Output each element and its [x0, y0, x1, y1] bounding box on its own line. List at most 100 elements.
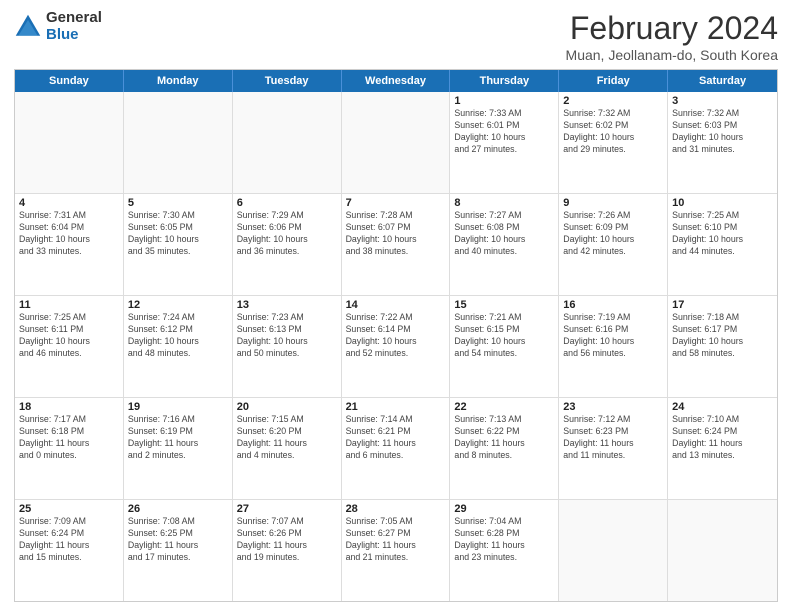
calendar-cell: 18Sunrise: 7:17 AM Sunset: 6:18 PM Dayli… [15, 398, 124, 499]
day-number: 16 [563, 299, 663, 311]
calendar-cell: 10Sunrise: 7:25 AM Sunset: 6:10 PM Dayli… [668, 194, 777, 295]
day-info: Sunrise: 7:28 AM Sunset: 6:07 PM Dayligh… [346, 210, 446, 258]
calendar-cell: 9Sunrise: 7:26 AM Sunset: 6:09 PM Daylig… [559, 194, 668, 295]
day-info: Sunrise: 7:08 AM Sunset: 6:25 PM Dayligh… [128, 516, 228, 564]
title-month: February 2024 [566, 10, 778, 47]
header: General Blue February 2024 Muan, Jeollan… [14, 10, 778, 63]
day-number: 19 [128, 401, 228, 413]
day-number: 12 [128, 299, 228, 311]
calendar-cell [15, 92, 124, 193]
day-info: Sunrise: 7:07 AM Sunset: 6:26 PM Dayligh… [237, 516, 337, 564]
day-number: 27 [237, 503, 337, 515]
day-info: Sunrise: 7:30 AM Sunset: 6:05 PM Dayligh… [128, 210, 228, 258]
day-number: 18 [19, 401, 119, 413]
title-block: February 2024 Muan, Jeollanam-do, South … [566, 10, 778, 63]
calendar-cell: 13Sunrise: 7:23 AM Sunset: 6:13 PM Dayli… [233, 296, 342, 397]
calendar-cell: 11Sunrise: 7:25 AM Sunset: 6:11 PM Dayli… [15, 296, 124, 397]
day-number: 26 [128, 503, 228, 515]
day-number: 10 [672, 197, 773, 209]
calendar-cell [559, 500, 668, 601]
day-number: 23 [563, 401, 663, 413]
weekday-header: Saturday [668, 70, 777, 92]
calendar-row: 18Sunrise: 7:17 AM Sunset: 6:18 PM Dayli… [15, 398, 777, 500]
day-number: 20 [237, 401, 337, 413]
day-info: Sunrise: 7:13 AM Sunset: 6:22 PM Dayligh… [454, 414, 554, 462]
day-number: 6 [237, 197, 337, 209]
page: General Blue February 2024 Muan, Jeollan… [0, 0, 792, 612]
day-number: 3 [672, 95, 773, 107]
day-number: 7 [346, 197, 446, 209]
calendar-cell: 12Sunrise: 7:24 AM Sunset: 6:12 PM Dayli… [124, 296, 233, 397]
calendar-row: 4Sunrise: 7:31 AM Sunset: 6:04 PM Daylig… [15, 194, 777, 296]
day-info: Sunrise: 7:15 AM Sunset: 6:20 PM Dayligh… [237, 414, 337, 462]
logo-icon [14, 13, 42, 41]
day-info: Sunrise: 7:12 AM Sunset: 6:23 PM Dayligh… [563, 414, 663, 462]
day-info: Sunrise: 7:04 AM Sunset: 6:28 PM Dayligh… [454, 516, 554, 564]
calendar-body: 1Sunrise: 7:33 AM Sunset: 6:01 PM Daylig… [15, 92, 777, 601]
day-number: 21 [346, 401, 446, 413]
day-number: 25 [19, 503, 119, 515]
day-number: 5 [128, 197, 228, 209]
calendar-row: 25Sunrise: 7:09 AM Sunset: 6:24 PM Dayli… [15, 500, 777, 601]
weekday-header: Sunday [15, 70, 124, 92]
day-info: Sunrise: 7:14 AM Sunset: 6:21 PM Dayligh… [346, 414, 446, 462]
day-info: Sunrise: 7:17 AM Sunset: 6:18 PM Dayligh… [19, 414, 119, 462]
day-number: 29 [454, 503, 554, 515]
day-number: 11 [19, 299, 119, 311]
calendar-cell: 25Sunrise: 7:09 AM Sunset: 6:24 PM Dayli… [15, 500, 124, 601]
calendar-cell: 1Sunrise: 7:33 AM Sunset: 6:01 PM Daylig… [450, 92, 559, 193]
calendar-cell: 5Sunrise: 7:30 AM Sunset: 6:05 PM Daylig… [124, 194, 233, 295]
calendar-cell [233, 92, 342, 193]
calendar-header: SundayMondayTuesdayWednesdayThursdayFrid… [15, 70, 777, 92]
calendar: SundayMondayTuesdayWednesdayThursdayFrid… [14, 69, 778, 602]
calendar-cell: 14Sunrise: 7:22 AM Sunset: 6:14 PM Dayli… [342, 296, 451, 397]
weekday-header: Monday [124, 70, 233, 92]
day-info: Sunrise: 7:16 AM Sunset: 6:19 PM Dayligh… [128, 414, 228, 462]
calendar-cell: 28Sunrise: 7:05 AM Sunset: 6:27 PM Dayli… [342, 500, 451, 601]
day-number: 13 [237, 299, 337, 311]
calendar-cell: 19Sunrise: 7:16 AM Sunset: 6:19 PM Dayli… [124, 398, 233, 499]
day-number: 8 [454, 197, 554, 209]
calendar-cell: 6Sunrise: 7:29 AM Sunset: 6:06 PM Daylig… [233, 194, 342, 295]
calendar-cell: 27Sunrise: 7:07 AM Sunset: 6:26 PM Dayli… [233, 500, 342, 601]
logo-blue: Blue [46, 27, 102, 44]
calendar-cell: 17Sunrise: 7:18 AM Sunset: 6:17 PM Dayli… [668, 296, 777, 397]
calendar-cell: 16Sunrise: 7:19 AM Sunset: 6:16 PM Dayli… [559, 296, 668, 397]
calendar-cell: 23Sunrise: 7:12 AM Sunset: 6:23 PM Dayli… [559, 398, 668, 499]
calendar-cell: 21Sunrise: 7:14 AM Sunset: 6:21 PM Dayli… [342, 398, 451, 499]
title-location: Muan, Jeollanam-do, South Korea [566, 47, 778, 63]
day-info: Sunrise: 7:31 AM Sunset: 6:04 PM Dayligh… [19, 210, 119, 258]
day-info: Sunrise: 7:26 AM Sunset: 6:09 PM Dayligh… [563, 210, 663, 258]
day-number: 14 [346, 299, 446, 311]
day-number: 4 [19, 197, 119, 209]
weekday-header: Friday [559, 70, 668, 92]
day-number: 24 [672, 401, 773, 413]
day-info: Sunrise: 7:23 AM Sunset: 6:13 PM Dayligh… [237, 312, 337, 360]
day-number: 22 [454, 401, 554, 413]
day-number: 2 [563, 95, 663, 107]
weekday-header: Tuesday [233, 70, 342, 92]
day-info: Sunrise: 7:32 AM Sunset: 6:02 PM Dayligh… [563, 108, 663, 156]
calendar-cell [342, 92, 451, 193]
calendar-cell: 29Sunrise: 7:04 AM Sunset: 6:28 PM Dayli… [450, 500, 559, 601]
day-info: Sunrise: 7:27 AM Sunset: 6:08 PM Dayligh… [454, 210, 554, 258]
day-info: Sunrise: 7:22 AM Sunset: 6:14 PM Dayligh… [346, 312, 446, 360]
calendar-cell: 20Sunrise: 7:15 AM Sunset: 6:20 PM Dayli… [233, 398, 342, 499]
calendar-cell: 3Sunrise: 7:32 AM Sunset: 6:03 PM Daylig… [668, 92, 777, 193]
day-info: Sunrise: 7:33 AM Sunset: 6:01 PM Dayligh… [454, 108, 554, 156]
calendar-row: 11Sunrise: 7:25 AM Sunset: 6:11 PM Dayli… [15, 296, 777, 398]
weekday-header: Thursday [450, 70, 559, 92]
calendar-cell: 22Sunrise: 7:13 AM Sunset: 6:22 PM Dayli… [450, 398, 559, 499]
calendar-cell: 8Sunrise: 7:27 AM Sunset: 6:08 PM Daylig… [450, 194, 559, 295]
calendar-cell: 24Sunrise: 7:10 AM Sunset: 6:24 PM Dayli… [668, 398, 777, 499]
calendar-cell [124, 92, 233, 193]
calendar-cell: 26Sunrise: 7:08 AM Sunset: 6:25 PM Dayli… [124, 500, 233, 601]
day-info: Sunrise: 7:29 AM Sunset: 6:06 PM Dayligh… [237, 210, 337, 258]
calendar-row: 1Sunrise: 7:33 AM Sunset: 6:01 PM Daylig… [15, 92, 777, 194]
day-info: Sunrise: 7:09 AM Sunset: 6:24 PM Dayligh… [19, 516, 119, 564]
day-info: Sunrise: 7:25 AM Sunset: 6:10 PM Dayligh… [672, 210, 773, 258]
day-info: Sunrise: 7:10 AM Sunset: 6:24 PM Dayligh… [672, 414, 773, 462]
logo-text: General Blue [46, 10, 102, 43]
day-info: Sunrise: 7:32 AM Sunset: 6:03 PM Dayligh… [672, 108, 773, 156]
day-number: 17 [672, 299, 773, 311]
